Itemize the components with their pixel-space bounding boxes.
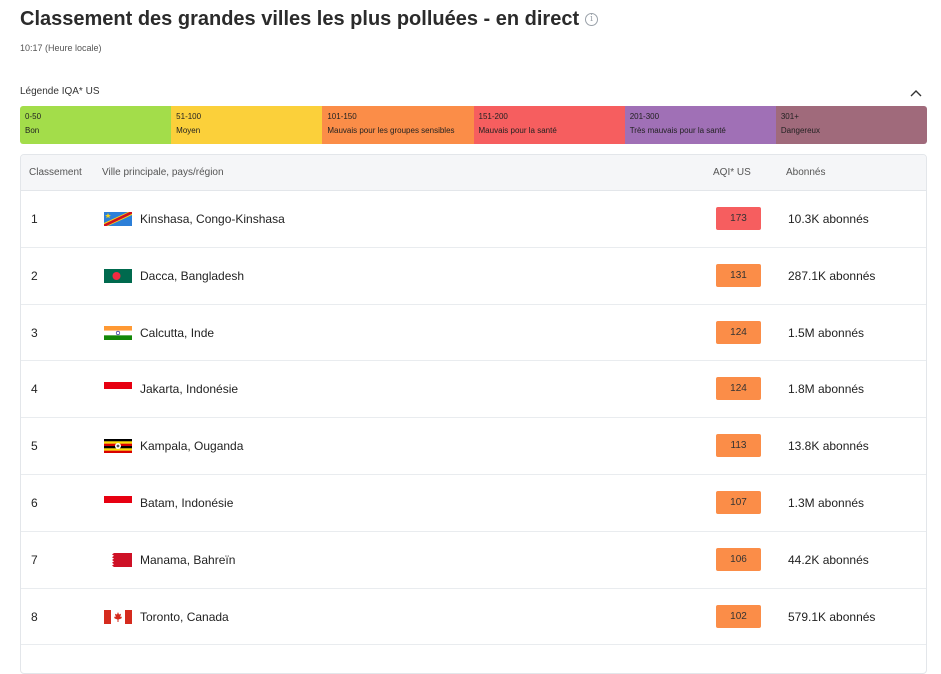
flag-bangladesh-icon (104, 268, 132, 283)
subscriber-count: 1.3M abonnés (788, 495, 865, 510)
legend-range: 0-50 (25, 112, 42, 121)
flag-canada-icon (104, 609, 132, 624)
legend-range: 301+ (780, 112, 799, 121)
legend-label: Dangereux (780, 126, 820, 135)
legend-segment: 101-150 Mauvais pour les groupes sensible… (322, 106, 474, 144)
legend-segment: 51-100 Moyen (171, 106, 323, 144)
header-rank[interactable]: Classement (29, 167, 82, 178)
rank-number: 1 (31, 212, 38, 226)
table-body: 1 Kinshasa, Congo-Kinshasa 173 10.3K abonné… (21, 191, 926, 646)
rank-number: 4 (31, 382, 38, 397)
rank-number: 3 (31, 325, 38, 340)
legend-segment: 201-300 Très mauvais pour la santé (624, 106, 776, 144)
legend-range: 151-200 (478, 112, 508, 121)
legend-title: Légende IQA* US (20, 86, 100, 97)
aqi-legend-bar: 0-50 Bon 51-100 Moyen 101-150 Mauvais pour le… (20, 106, 927, 144)
aqi-badge: 107 (716, 490, 761, 514)
city-name[interactable]: Kinshasa, Congo-Kinshasa (140, 212, 285, 226)
flag-uganda-icon (104, 439, 132, 454)
city-name[interactable]: Calcutta, Inde (140, 326, 214, 340)
city-name[interactable]: Manama, Bahreïn (140, 553, 235, 567)
rank-number: 5 (31, 439, 38, 454)
legend-label: Mauvais pour la santé (478, 126, 557, 135)
legend-header: Légende IQA* US (20, 86, 927, 100)
flag-bahrain-icon (104, 552, 132, 567)
table-row[interactable]: 7 Manama, Bahreïn 106 44.2K abonnés (21, 532, 926, 589)
table-row[interactable]: 4 Jakarta, Indonésie 124 1.8M abonnés (21, 361, 926, 419)
table-row[interactable]: 2 Dacca, Bangladesh 131 287.1K abonnés (21, 248, 926, 305)
table-row[interactable]: 5 Kampala, Ouganda 113 13.8K abonnés (21, 418, 926, 475)
city-name[interactable]: Dacca, Bangladesh (140, 269, 244, 283)
table-row[interactable]: 3 Calcutta, Inde 124 1.5M abonnés (21, 305, 926, 362)
header-aqi[interactable]: AQI* US (713, 167, 751, 178)
subscriber-count: 13.8K abonnés (788, 439, 869, 454)
legend-label: Très mauvais pour la santé (629, 126, 726, 135)
legend-label: Bon (25, 126, 40, 135)
subscriber-count: 287.1K abonnés (788, 268, 876, 283)
city-name[interactable]: Toronto, Canada (140, 610, 229, 624)
rank-number: 2 (31, 268, 38, 283)
legend-label: Mauvais pour les groupes sensibles (327, 126, 455, 135)
ranking-table: Classement Ville principale, pays/région… (20, 154, 927, 674)
flag-drc-icon (104, 212, 132, 226)
legend-segment: 0-50 Bon (20, 106, 172, 144)
legend-segment: 301+ Dangereux (775, 106, 927, 144)
rank-number: 6 (31, 495, 38, 510)
aqi-badge: 113 (716, 434, 761, 458)
city-name[interactable]: Jakarta, Indonésie (140, 382, 238, 396)
header-city[interactable]: Ville principale, pays/région (102, 167, 224, 178)
subscriber-count: 44.2K abonnés (788, 552, 869, 567)
legend-segment: 151-200 Mauvais pour la santé (473, 106, 625, 144)
aqi-badge: 131 (716, 263, 761, 287)
legend-range: 201-300 (629, 112, 660, 121)
local-time: 10:17 (Heure locale) (20, 43, 102, 53)
rank-number: 8 (31, 609, 38, 624)
chevron-up-icon[interactable] (909, 87, 923, 99)
table-row[interactable]: 8 Toronto, Canada 102 579.1K abonnés (21, 589, 926, 646)
legend-range: 51-100 (176, 112, 202, 121)
aqi-badge: 102 (716, 604, 761, 628)
info-icon[interactable]: i (585, 13, 599, 26)
subscriber-count: 1.8M abonnés (788, 382, 865, 397)
subscriber-count: 10.3K abonnés (788, 212, 869, 226)
city-name[interactable]: Batam, Indonésie (140, 496, 233, 510)
aqi-badge: 124 (716, 320, 761, 344)
legend-range: 101-150 (327, 112, 357, 121)
table-row[interactable]: 6 Batam, Indonésie 107 1.3M abonnés (21, 475, 926, 532)
subscriber-count: 1.5M abonnés (788, 325, 865, 340)
legend-label: Moyen (176, 126, 201, 135)
page-title: Classement des grandes villes les plus p… (20, 8, 580, 30)
rank-number: 7 (31, 552, 38, 567)
aqi-badge: 124 (716, 377, 761, 401)
header-subscribers[interactable]: Abonnés (786, 167, 825, 178)
table-header: Classement Ville principale, pays/région… (21, 155, 926, 191)
aqi-badge: 173 (716, 207, 761, 230)
page: Classement des grandes villes les plus p… (0, 0, 941, 674)
table-row[interactable]: 1 Kinshasa, Congo-Kinshasa 173 10.3K abonné… (21, 191, 926, 248)
title-row: Classement des grandes villes les plus p… (20, 8, 599, 31)
flag-indonesia-icon (104, 495, 132, 510)
city-name[interactable]: Kampala, Ouganda (140, 439, 243, 453)
flag-indonesia-icon (104, 382, 132, 397)
flag-india-icon (104, 325, 132, 340)
subscriber-count: 579.1K abonnés (788, 609, 876, 624)
aqi-badge: 106 (716, 547, 761, 571)
